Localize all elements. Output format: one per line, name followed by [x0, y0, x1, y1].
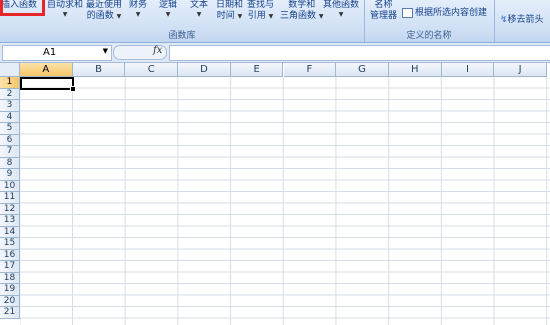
column-header-d[interactable]: D	[178, 63, 231, 77]
row-header-15[interactable]: 15	[0, 238, 20, 250]
logical-button[interactable]: 逻辑 ▼	[159, 0, 177, 19]
remove-arrows-icon: ↯	[500, 15, 508, 25]
row-header-18[interactable]: 18	[0, 272, 20, 284]
chevron-down-icon: ▼	[338, 11, 344, 18]
financial-button[interactable]: 财务 ▼	[129, 0, 147, 19]
column-header-g[interactable]: G	[336, 63, 389, 77]
formulas-ribbon: 插入函数 自动求和 ▼ 最近使用 的函数 ▼ 财务 ▼ 逻辑 ▼ 文本 ▼ 日期…	[0, 0, 550, 43]
chevron-down-icon: ▼	[165, 11, 171, 18]
row-header-16[interactable]: 16	[0, 249, 20, 261]
datetime-button[interactable]: 日期和 时间 ▼	[216, 0, 243, 22]
more-functions-label: 其他函数	[323, 0, 360, 10]
row-header-8[interactable]: 8	[0, 157, 20, 169]
row-header-11[interactable]: 11	[0, 192, 20, 204]
math-label-1: 数学和	[288, 0, 316, 10]
group-divider	[494, 0, 495, 42]
row-header-6[interactable]: 6	[0, 134, 20, 146]
math-label-2: 三角函数	[280, 11, 317, 21]
more-functions-button[interactable]: 其他函数 ▼	[323, 0, 359, 19]
text-label: 文本	[190, 0, 209, 10]
row-header-7[interactable]: 7	[0, 146, 20, 158]
remove-arrows-button[interactable]: ↯移去箭头	[500, 12, 544, 25]
row-header-3[interactable]: 3	[0, 100, 20, 112]
cell-area[interactable]	[20, 77, 550, 325]
row-header-5[interactable]: 5	[0, 123, 20, 135]
recently-used-button[interactable]: 最近使用 的函数 ▼	[86, 0, 122, 22]
column-header-b[interactable]: B	[72, 63, 126, 77]
row-header-2[interactable]: 2	[0, 88, 20, 100]
lookup-label-2: 引用	[247, 11, 266, 21]
row-header-9[interactable]: 9	[0, 169, 20, 181]
chevron-down-icon: ▼	[62, 11, 68, 18]
recently-used-label-1: 最近使用	[86, 0, 123, 10]
worksheet-grid: A B C D E F G H I J 1 2 3 4 5 6 7 8 9 10 11 12 13 14 15 16 17 18 19 2…	[0, 63, 550, 325]
column-header-i[interactable]: I	[441, 63, 495, 77]
select-all-button[interactable]	[0, 63, 20, 77]
datetime-label-1: 日期和	[216, 0, 244, 10]
chevron-down-icon: ▼	[237, 13, 243, 20]
chevron-down-icon: ▼	[268, 13, 274, 20]
create-from-selection-button[interactable]: 根据所选内容创建	[402, 5, 487, 18]
name-manager-label-2: 管理器	[370, 11, 398, 21]
table-icon	[402, 7, 413, 18]
column-header-f[interactable]: F	[283, 63, 337, 77]
datetime-label-2: 时间	[216, 11, 235, 21]
name-box-value: A1	[43, 47, 57, 58]
row-header-21[interactable]: 21	[0, 307, 20, 319]
chevron-down-icon: ▼	[135, 11, 141, 18]
formula-input[interactable]	[169, 45, 550, 61]
row-header-20[interactable]: 20	[0, 295, 20, 307]
row-header-13[interactable]: 13	[0, 215, 20, 227]
text-button[interactable]: 文本 ▼	[190, 0, 208, 19]
row-header-1[interactable]: 1	[0, 77, 20, 89]
column-header-e[interactable]: E	[230, 63, 284, 77]
formula-bar: A1 ▼ fx	[0, 43, 550, 63]
lookup-reference-button[interactable]: 查找与 引用 ▼	[247, 0, 274, 22]
function-library-group-label: 函数库	[168, 31, 196, 41]
chevron-down-icon[interactable]: ▼	[103, 47, 108, 55]
column-header-a[interactable]: A	[20, 63, 73, 77]
column-header-h[interactable]: H	[388, 63, 442, 77]
lookup-label-1: 查找与	[247, 0, 275, 10]
insert-function-highlight	[0, 0, 45, 16]
name-manager-button[interactable]: 名称 管理器	[370, 0, 397, 22]
defined-names-group-label: 定义的名称	[406, 31, 452, 41]
row-header-12[interactable]: 12	[0, 203, 20, 215]
row-header-14[interactable]: 14	[0, 226, 20, 238]
autosum-label: 自动求和	[47, 0, 84, 10]
logical-label: 逻辑	[159, 0, 178, 10]
row-header-10[interactable]: 10	[0, 180, 20, 192]
remove-arrows-label: 移去箭头	[507, 15, 544, 25]
active-cell-a1[interactable]	[20, 77, 76, 92]
row-header-4[interactable]: 4	[0, 111, 20, 123]
chevron-down-icon: ▼	[116, 13, 122, 20]
row-header-17[interactable]: 17	[0, 261, 20, 273]
row-header-19[interactable]: 19	[0, 284, 20, 296]
column-header-c[interactable]: C	[125, 63, 179, 77]
insert-function-fx-icon[interactable]: fx	[153, 45, 162, 56]
financial-label: 财务	[129, 0, 148, 10]
create-from-selection-label: 根据所选内容创建	[415, 8, 488, 18]
name-box[interactable]: A1 ▼	[2, 45, 112, 61]
autosum-button[interactable]: 自动求和 ▼	[47, 0, 83, 19]
chevron-down-icon: ▼	[196, 11, 202, 18]
name-manager-label-1: 名称	[374, 0, 393, 10]
math-trig-button[interactable]: 数学和 三角函数 ▼	[280, 0, 324, 22]
recently-used-label-2: 的函数	[86, 11, 114, 21]
column-header-j[interactable]: J	[494, 63, 547, 77]
